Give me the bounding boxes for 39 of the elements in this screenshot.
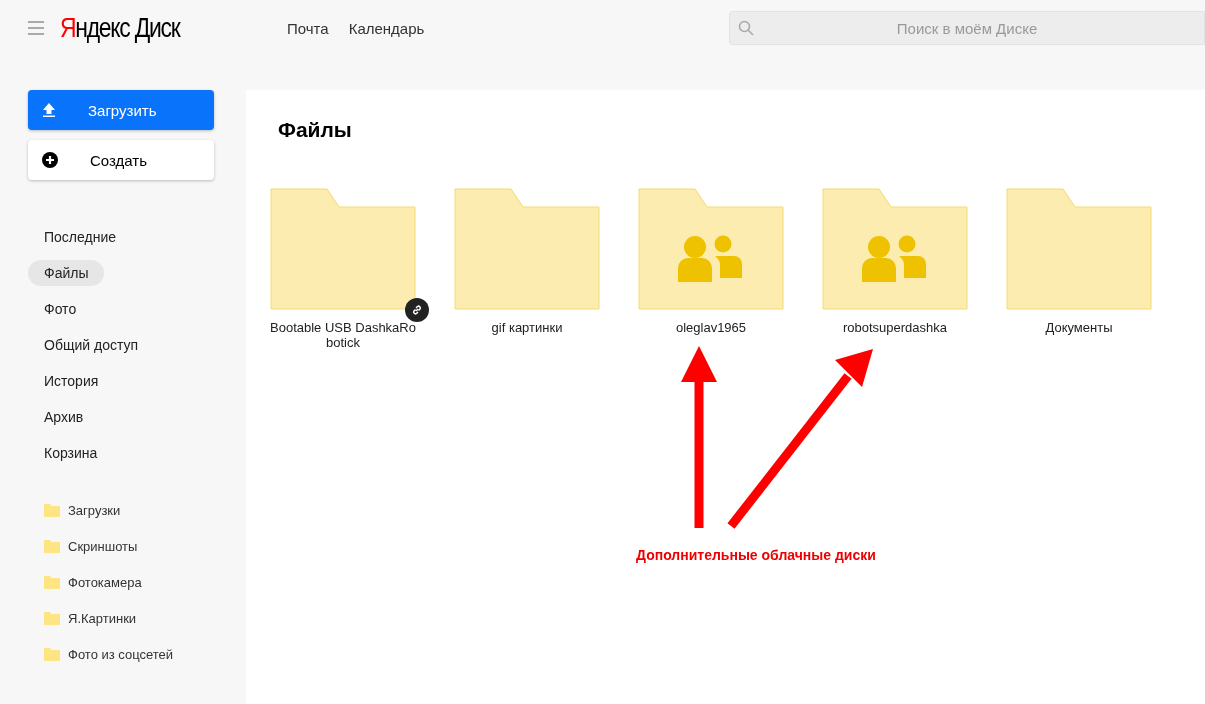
folder-icon (44, 611, 60, 625)
logo[interactable]: Яндекс Диск (60, 12, 260, 44)
sidebar-item[interactable]: Корзина (28, 440, 114, 466)
folder-name[interactable]: gif картинки (454, 320, 600, 335)
sidebar-item[interactable]: Файлы (28, 260, 105, 286)
sidebar-folder[interactable]: Скриншоты (44, 536, 246, 556)
folder-name[interactable]: oleglav1965 (638, 320, 784, 335)
sidebar-item[interactable]: Общий доступ (28, 332, 155, 358)
nav-link[interactable]: Календарь (348, 19, 425, 37)
sidebar-item[interactable]: История (28, 368, 115, 394)
folder-icon (44, 503, 60, 517)
upload-button[interactable]: Загрузить (28, 90, 214, 130)
folder-icon[interactable] (454, 188, 600, 310)
shared-folder-icon[interactable] (822, 188, 968, 310)
menu-icon[interactable] (28, 21, 44, 35)
search-icon (738, 20, 754, 36)
sidebar-item[interactable]: Архив (28, 404, 100, 430)
folder-icon (44, 539, 60, 553)
sidebar-folder[interactable]: Фото из соцсетей (44, 644, 246, 664)
folder-name[interactable]: robotsuperdashka (822, 320, 968, 335)
plus-icon (42, 152, 58, 168)
sidebar-item[interactable]: Последние (28, 224, 132, 250)
folder-icon[interactable] (1006, 188, 1152, 310)
sidebar-folder[interactable]: Фотокамера (44, 572, 246, 592)
sidebar-folder[interactable]: Загрузки (44, 500, 246, 520)
search-field[interactable]: Поиск в моём Диске (729, 11, 1205, 45)
folder-icon (44, 647, 60, 661)
folder-icon (44, 575, 60, 589)
folder-icon[interactable] (270, 188, 416, 310)
shared-folder-icon[interactable] (638, 188, 784, 310)
page-title: Файлы (278, 118, 353, 142)
folder-name[interactable]: Документы (1006, 320, 1152, 335)
folder-name[interactable]: Bootable USB DashkaRo botick (270, 320, 416, 350)
create-button[interactable]: Создать (28, 140, 214, 180)
nav-link[interactable]: Почта (287, 19, 329, 37)
sidebar-item[interactable]: Фото (28, 296, 93, 322)
upload-icon (42, 103, 56, 117)
sidebar-folder[interactable]: Я.Картинки (44, 608, 246, 628)
annotation-text: Дополнительные облачные диски (636, 547, 876, 563)
